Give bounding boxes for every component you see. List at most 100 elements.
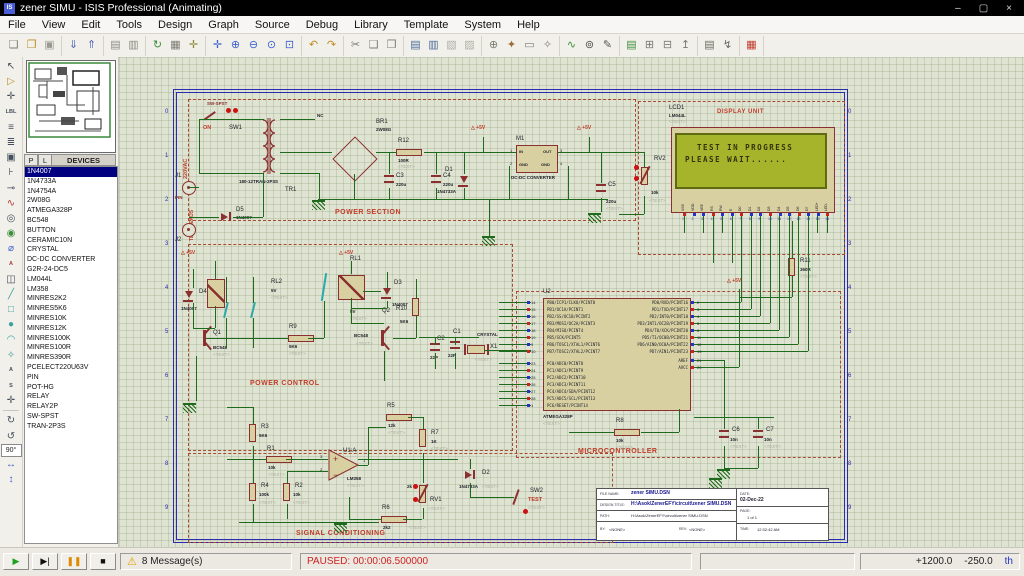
r6-ref[interactable]: R6 [382,505,390,511]
preview-pane[interactable] [26,60,116,153]
br1-ref[interactable]: BR1 [376,119,388,125]
electrical-rule-check-icon[interactable]: ↯ [719,37,736,54]
component-C4[interactable] [431,175,441,184]
play-button[interactable]: ▶ [3,553,29,570]
component-C7[interactable] [753,430,763,439]
component-C6[interactable] [719,430,729,439]
library-button[interactable]: L [38,154,52,166]
terminal-mode-icon[interactable]: ⊦ [2,165,20,180]
open-file-icon[interactable]: ❐ [23,37,40,54]
virtual-instruments-mode-icon[interactable]: ◫ [2,272,20,287]
device-POT-HG[interactable]: POT-HG [25,383,117,393]
component-J2[interactable] [182,223,196,237]
component-X1[interactable] [467,345,485,354]
c7-ref[interactable]: C7 [766,427,774,433]
search-tag-icon[interactable]: ⊚ [581,37,598,54]
component-R3[interactable] [249,424,256,442]
wire-label-mode-icon[interactable]: LBL [2,105,20,120]
device-RELAY[interactable]: RELAY [25,392,117,402]
remove-sheet-icon[interactable]: ⊟ [659,37,676,54]
zoom-area-icon[interactable]: ⊡ [281,37,298,54]
device-LM358[interactable]: LM358 [25,285,117,295]
device-1N4733A[interactable]: 1N4733A [25,177,117,187]
component-J1[interactable] [182,181,196,195]
device-PCELECT220U63V[interactable]: PCELECT220U63V [25,363,117,373]
d5-ref[interactable]: D5 [236,207,244,213]
component-TR1[interactable] [251,115,287,177]
wire-autorouter-icon[interactable]: ∿ [563,37,580,54]
2d-line-mode-icon[interactable]: ╱ [2,287,20,302]
lcd1-ref[interactable]: LCD1 [669,105,684,111]
j2-ref[interactable]: J2 [175,237,181,243]
device-G2R-24-DC5[interactable]: G2R-24-DC5 [25,265,117,275]
zoom-out-icon[interactable]: ⊖ [245,37,262,54]
device-MINRES100R[interactable]: MINRES100R [25,343,117,353]
component-D5[interactable] [221,213,228,221]
sw1-ref[interactable]: SW1 [229,125,242,131]
menu-edit[interactable]: Edit [73,18,108,32]
device-SW-SPST[interactable]: SW-SPST [25,412,117,422]
pick-parts-button[interactable]: P [24,154,38,166]
rotate-clockwise-icon[interactable]: ↻ [2,413,20,428]
c6-ref[interactable]: C6 [732,427,740,433]
menu-graph[interactable]: Graph [200,18,247,32]
device-CRYSTAL[interactable]: CRYSTAL [25,245,117,255]
c1-ref[interactable]: C1 [453,329,461,335]
r2-ref[interactable]: R2 [295,483,303,489]
new-file-icon[interactable]: ❏ [5,37,22,54]
step-button[interactable]: ▶| [32,553,58,570]
component-R10[interactable] [412,298,419,316]
pan-icon[interactable]: ✛ [209,37,226,54]
cut-icon[interactable]: ✂ [347,37,364,54]
2d-path-mode-icon[interactable]: ✧ [2,348,20,363]
r9-ref[interactable]: R9 [289,324,297,330]
device-1N4754A[interactable]: 1N4754A [25,187,117,197]
packaging-tool-icon[interactable]: ▭ [521,37,538,54]
device-TRAN-2P3S[interactable]: TRAN-2P3S [25,422,117,432]
junction-dot-mode-icon[interactable]: ✛ [2,89,20,104]
r12-ref[interactable]: R12 [398,138,409,144]
d3-ref[interactable]: D3 [394,280,402,286]
2d-marker-mode-icon[interactable]: ✛ [2,393,20,408]
device-MINRES5K6[interactable]: MINRES5K6 [25,304,117,314]
pause-button[interactable]: ❚❚ [61,553,87,570]
zoom-in-icon[interactable]: ⊕ [227,37,244,54]
device-MINRES2K2[interactable]: MINRES2K2 [25,294,117,304]
new-sheet-icon[interactable]: ⊞ [641,37,658,54]
2d-box-mode-icon[interactable]: □ [2,302,20,317]
exit-to-parent-icon[interactable]: ↥ [677,37,694,54]
menu-view[interactable]: View [34,18,74,32]
device-2W08G[interactable]: 2W08G [25,196,117,206]
pick-device-icon[interactable]: ⊕ [485,37,502,54]
menu-system[interactable]: System [456,18,509,32]
rv1-ref[interactable]: RV1 [430,497,442,503]
device-list[interactable]: 1N40071N4733A1N4754A2W08GATMEGA328PBC548… [24,166,118,544]
device-PIN[interactable]: PIN [25,373,117,383]
minimize-button[interactable]: – [955,3,961,14]
make-device-icon[interactable]: ✦ [503,37,520,54]
block-copy-icon[interactable]: ▤ [407,37,424,54]
redraw-icon[interactable]: ↻ [149,37,166,54]
r10-ref[interactable]: R10 [396,306,407,312]
block-move-icon[interactable]: ▥ [425,37,442,54]
q1-ref[interactable]: Q1 [213,330,221,336]
component-C5[interactable] [596,184,606,193]
2d-circle-mode-icon[interactable]: ● [2,317,20,332]
save-file-icon[interactable]: ▣ [41,37,58,54]
menu-debug[interactable]: Debug [298,18,346,32]
device-MINRES10K[interactable]: MINRES10K [25,314,117,324]
close-button[interactable]: × [1006,3,1012,14]
component-D4[interactable] [185,291,193,298]
component-D1[interactable] [460,176,468,183]
graph-mode-icon[interactable]: ∿ [2,196,20,211]
r1-ref[interactable]: R1 [267,446,275,452]
design-explorer-icon[interactable]: ▤ [623,37,640,54]
bill-of-materials-icon[interactable]: ▤ [701,37,718,54]
c5-ref[interactable]: C5 [608,182,616,188]
bus-mode-icon[interactable]: ≣ [2,135,20,150]
zoom-all-icon[interactable]: ⊙ [263,37,280,54]
2d-arc-mode-icon[interactable]: ◠ [2,332,20,347]
text-script-mode-icon[interactable]: ≡ [2,120,20,135]
component-RL1[interactable] [338,275,365,300]
d2-ref[interactable]: D2 [482,470,490,476]
